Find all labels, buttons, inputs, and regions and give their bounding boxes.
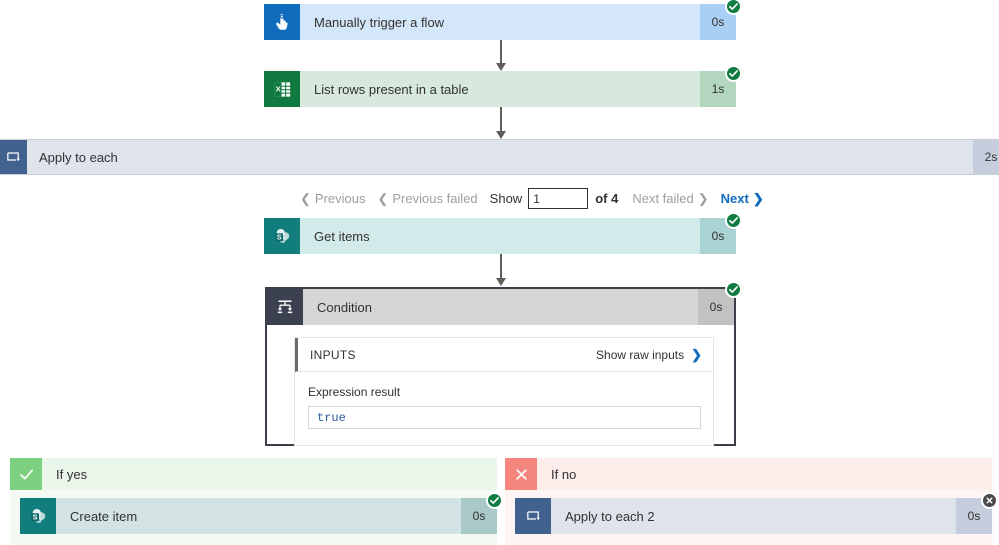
branch-header-if-yes[interactable]: If yes (10, 458, 497, 490)
inputs-panel-header: INPUTS Show raw inputs ❯ (295, 338, 713, 372)
condition-icon (267, 289, 303, 325)
branch-label: If yes (56, 466, 88, 482)
action-title: Apply to each 2 (551, 498, 956, 534)
show-raw-inputs-link[interactable]: Show raw inputs ❯ (596, 347, 702, 363)
action-title: Create item (56, 498, 461, 534)
status-badge-succeeded (725, 0, 742, 15)
svg-text:S: S (32, 513, 37, 521)
page-total-label: of 4 (595, 191, 619, 206)
action-card-get-items[interactable]: S Get items 0s (264, 212, 742, 254)
scope-card-apply-to-each[interactable]: Apply to each 2s (0, 139, 999, 175)
branch-body-if-yes: S Create item 0s (10, 490, 503, 545)
inputs-panel: INPUTS Show raw inputs ❯ Expression resu… (294, 337, 714, 446)
chevron-left-icon: ❮ (300, 191, 311, 206)
previous-failed-label: Previous failed (392, 191, 478, 206)
condition-header[interactable]: Condition 0s (267, 281, 742, 325)
check-icon (10, 458, 42, 490)
scope-duration: 2s (973, 140, 999, 174)
chevron-right-icon: ❯ (697, 191, 709, 206)
page-number-input[interactable] (528, 188, 589, 209)
next-failed-button[interactable]: Next failed ❯ (632, 191, 708, 206)
show-raw-inputs-label: Show raw inputs (596, 347, 685, 362)
status-badge-succeeded (486, 492, 503, 509)
inputs-label: INPUTS (310, 347, 356, 362)
action-card-create-item[interactable]: S Create item 0s (20, 492, 503, 534)
next-button[interactable]: Next ❯ (721, 191, 764, 206)
chevron-right-icon: ❯ (691, 346, 702, 362)
tap-hand-icon (264, 4, 300, 40)
loop-icon (0, 140, 27, 174)
action-card-list-rows-present-in-a-table[interactable]: X List rows present in a table 1s (264, 65, 742, 107)
expression-result-value: true (308, 406, 701, 429)
status-badge-succeeded (725, 65, 742, 82)
branch-if-no: If no Apply to each 2 0s (505, 458, 998, 545)
status-badge-skipped (981, 492, 998, 509)
branch-body-if-no: Apply to each 2 0s (505, 490, 998, 545)
close-icon (505, 458, 537, 490)
chevron-right-icon: ❯ (752, 191, 764, 206)
action-title: List rows present in a table (300, 71, 700, 107)
flow-run-canvas: Manually trigger a flow 0s X List rows p… (0, 0, 999, 545)
expression-result-label: Expression result (308, 385, 401, 399)
action-card-manually-trigger-a-flow[interactable]: Manually trigger a flow 0s (264, 0, 742, 40)
previous-label: Previous (314, 191, 366, 206)
sharepoint-icon: S (264, 218, 300, 254)
action-title: Manually trigger a flow (300, 4, 700, 40)
status-badge-succeeded (725, 281, 742, 298)
next-failed-label: Next failed (632, 191, 694, 206)
inputs-panel-body: Expression result true (295, 372, 713, 445)
status-badge-succeeded (725, 212, 742, 229)
scope-title: Apply to each (39, 149, 118, 165)
branch-label: If no (551, 466, 577, 482)
loop-icon (515, 498, 551, 534)
svg-text:S: S (276, 233, 281, 241)
excel-icon: X (264, 71, 300, 107)
action-card-apply-to-each-2[interactable]: Apply to each 2 0s (515, 492, 998, 534)
action-title: Get items (300, 218, 700, 254)
previous-failed-button[interactable]: ❮ Previous failed (377, 191, 477, 206)
previous-button[interactable]: ❮ Previous (300, 191, 365, 206)
sharepoint-icon: S (20, 498, 56, 534)
chevron-left-icon: ❮ (377, 191, 389, 206)
branch-header-if-no[interactable]: If no (505, 458, 992, 490)
iteration-pager: ❮ Previous ❮ Previous failed Show of 4 N… (300, 188, 776, 209)
action-card-condition[interactable]: Condition 0s INPUTS Show raw inputs ❯ Ex… (265, 281, 742, 446)
action-title: Condition (317, 299, 372, 315)
show-label: Show (489, 191, 523, 206)
next-label: Next (720, 191, 749, 206)
branch-if-yes: If yes S Create item 0s (10, 458, 503, 545)
